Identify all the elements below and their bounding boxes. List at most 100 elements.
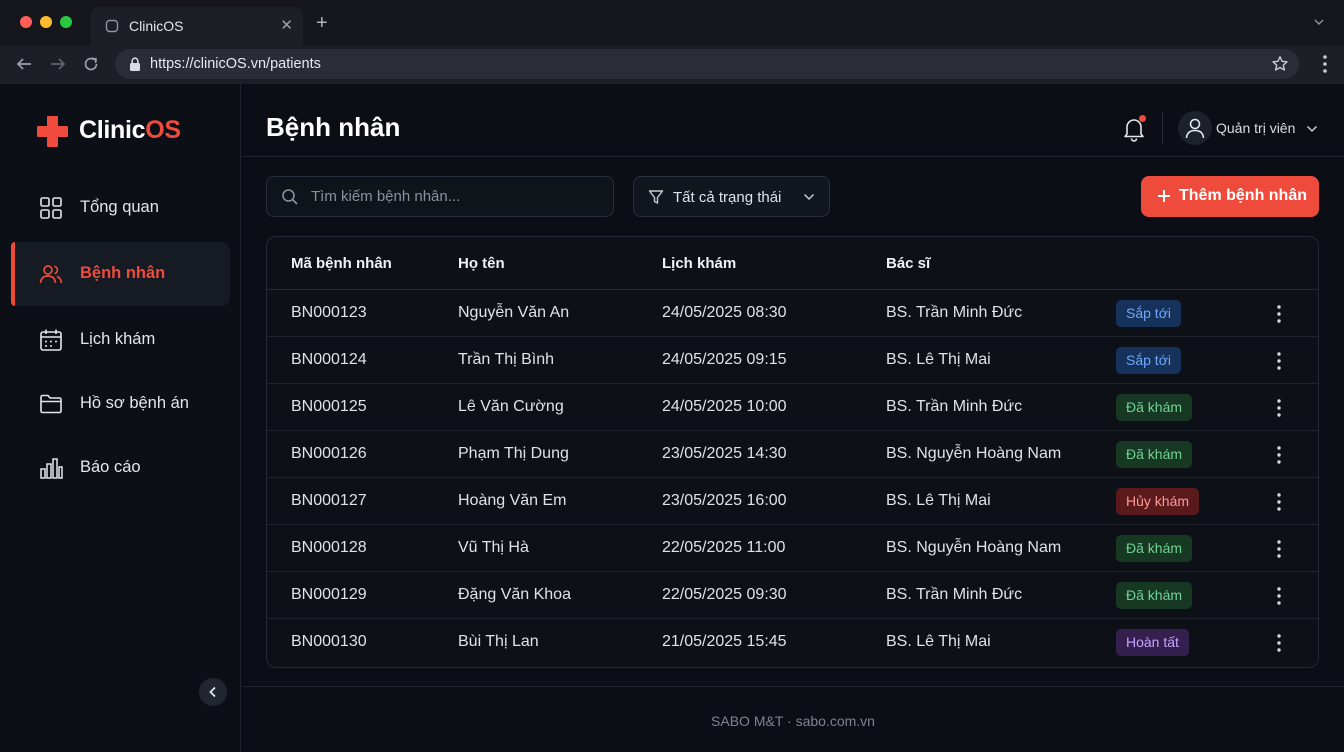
dashboard-icon [40, 197, 62, 219]
sidebar-item-medical-records[interactable]: Hồ sơ bệnh án [11, 372, 230, 436]
table-row[interactable]: BN000128 Vũ Thị Hà 22/05/2025 11:00 BS. Ngu… [267, 525, 1318, 572]
add-patient-button[interactable]: Thêm bệnh nhân [1141, 176, 1319, 217]
notification-badge [1139, 115, 1146, 122]
browser-chrome: ClinicOS ✕ + https://clinicOS.vn/patient… [0, 0, 1344, 84]
sidebar: ClinicOS Tổng quan Bệnh nhân Lịch khám H… [0, 84, 241, 752]
doctor-cell: BS. Lê Thị Mai [886, 492, 991, 509]
row-actions-kebab-icon[interactable] [1274, 492, 1284, 512]
column-header-name[interactable]: Họ tên [458, 255, 505, 272]
row-actions-kebab-icon[interactable] [1274, 304, 1284, 324]
patient-name-cell: Phạm Thị Dung [458, 445, 569, 462]
doctor-cell: BS. Lê Thị Mai [886, 351, 991, 368]
forward-arrow-icon[interactable] [49, 55, 67, 73]
user-icon [1185, 118, 1205, 139]
schedule-cell: 22/05/2025 09:30 [662, 586, 787, 603]
sidebar-item-label: Bệnh nhân [80, 264, 166, 282]
table-header: Mã bệnh nhân Họ tên Lịch khám Bác sĩ [267, 237, 1318, 290]
users-icon [39, 265, 63, 284]
patient-id-cell: BN000123 [291, 304, 367, 321]
table-row[interactable]: BN000126 Phạm Thị Dung 23/05/2025 14:30 BS.… [267, 431, 1318, 478]
status-badge: Đã khám [1116, 582, 1193, 609]
row-actions-kebab-icon[interactable] [1274, 539, 1284, 559]
search-input[interactable] [311, 177, 601, 216]
browser-tab[interactable]: ClinicOS ✕ [91, 7, 303, 46]
sidebar-item-label: Hồ sơ bệnh án [80, 394, 189, 412]
folder-icon [40, 394, 62, 414]
doctor-cell: BS. Nguyễn Hoàng Nam [886, 445, 1062, 462]
patient-id-cell: BN000127 [291, 492, 367, 509]
lock-icon [130, 57, 140, 71]
status-badge: Đã khám [1116, 535, 1193, 562]
schedule-cell: 22/05/2025 11:00 [662, 539, 786, 556]
schedule-cell: 23/05/2025 14:30 [662, 445, 787, 462]
tab-close-icon[interactable]: ✕ [280, 18, 293, 34]
column-header-id[interactable]: Mã bệnh nhân [291, 255, 392, 272]
doctor-cell: BS. Trần Minh Đức [886, 398, 1023, 415]
patient-name-cell: Hoàng Văn Em [458, 492, 567, 509]
patient-id-cell: BN000128 [291, 539, 367, 556]
patient-name-cell: Đặng Văn Khoa [458, 586, 571, 603]
bar-chart-icon [40, 458, 63, 479]
schedule-cell: 24/05/2025 08:30 [662, 304, 787, 321]
schedule-cell: 24/05/2025 10:00 [662, 398, 787, 415]
table-row[interactable]: BN000130 Bùi Thị Lan 21/05/2025 15:45 BS. L… [267, 619, 1318, 666]
chevron-left-icon [209, 686, 216, 698]
header-divider [1162, 112, 1163, 144]
tab-bar: ClinicOS ✕ + [0, 0, 1344, 46]
minimize-window-button[interactable] [40, 16, 52, 28]
column-header-doctor[interactable]: Bác sĩ [886, 255, 930, 272]
table-row[interactable]: BN000125 Lê Văn Cường 24/05/2025 10:00 BS. … [267, 384, 1318, 431]
add-patient-label: Thêm bệnh nhân [1179, 187, 1307, 204]
tab-list-chevron-icon[interactable] [1314, 17, 1324, 27]
sidebar-item-overview[interactable]: Tổng quan [11, 176, 230, 240]
patients-table: Mã bệnh nhân Họ tên Lịch khám Bác sĩ BN0… [266, 236, 1319, 668]
user-name[interactable]: Quản trị viên [1216, 120, 1295, 136]
bookmark-star-icon[interactable] [1271, 55, 1289, 73]
filter-funnel-icon [648, 190, 664, 204]
collapse-sidebar-button[interactable] [199, 678, 227, 706]
new-tab-button[interactable]: + [316, 13, 328, 33]
schedule-cell: 24/05/2025 09:15 [662, 351, 787, 368]
column-header-schedule[interactable]: Lịch khám [662, 255, 736, 272]
doctor-cell: BS. Trần Minh Đức [886, 304, 1023, 321]
table-row[interactable]: BN000129 Đặng Văn Khoa 22/05/2025 09:30 BS.… [267, 572, 1318, 619]
row-actions-kebab-icon[interactable] [1274, 445, 1284, 465]
search-box[interactable] [266, 176, 614, 217]
avatar[interactable] [1178, 111, 1212, 145]
patient-name-cell: Trần Thị Bình [458, 351, 555, 368]
address-bar[interactable]: https://clinicOS.vn/patients [115, 49, 1299, 79]
table-row[interactable]: BN000124 Trần Thị Bình 24/05/2025 09:15 BS.… [267, 337, 1318, 384]
row-actions-kebab-icon[interactable] [1274, 586, 1284, 606]
back-arrow-icon[interactable] [15, 55, 33, 73]
sidebar-item-appointments[interactable]: Lịch khám [11, 308, 230, 372]
sidebar-item-reports[interactable]: Báo cáo [11, 436, 230, 500]
patient-name-cell: Vũ Thị Hà [458, 539, 529, 556]
status-badge: Hủy khám [1116, 488, 1200, 515]
browser-menu-icon[interactable] [1322, 54, 1328, 74]
table-row[interactable]: BN000127 Hoàng Văn Em 23/05/2025 16:00 BS. … [267, 478, 1318, 525]
calendar-icon [40, 329, 62, 351]
patient-id-cell: BN000124 [291, 351, 367, 368]
status-badge: Hoàn tất [1116, 629, 1189, 656]
brand-name-main: Clinic [79, 116, 146, 144]
patient-name-cell: Bùi Thị Lan [458, 633, 539, 650]
row-actions-kebab-icon[interactable] [1274, 351, 1284, 371]
plus-icon [1158, 190, 1170, 202]
favicon-icon [105, 19, 119, 33]
chevron-down-icon [803, 193, 815, 201]
status-badge: Đã khám [1116, 394, 1193, 421]
reload-icon[interactable] [82, 55, 100, 73]
schedule-cell: 21/05/2025 15:45 [662, 633, 787, 650]
close-window-button[interactable] [20, 16, 32, 28]
search-icon [282, 189, 298, 205]
row-actions-kebab-icon[interactable] [1274, 633, 1284, 653]
maximize-window-button[interactable] [60, 16, 72, 28]
filter-label: Tất cả trạng thái [673, 189, 782, 206]
footer-text: SABO M&T · sabo.com.vn [711, 713, 875, 729]
status-filter-dropdown[interactable]: Tất cả trạng thái [633, 176, 830, 217]
table-row[interactable]: BN000123 Nguyễn Văn An 24/05/2025 08:30 BS.… [267, 290, 1318, 337]
sidebar-item-patients[interactable]: Bệnh nhân [11, 242, 230, 306]
patient-id-cell: BN000130 [291, 633, 367, 650]
row-actions-kebab-icon[interactable] [1274, 398, 1284, 418]
chevron-down-icon[interactable] [1306, 123, 1318, 135]
